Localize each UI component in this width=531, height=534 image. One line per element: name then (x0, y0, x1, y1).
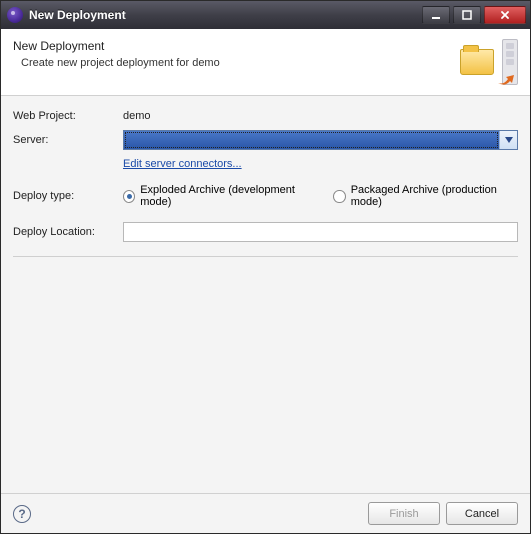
help-icon[interactable]: ? (13, 505, 31, 523)
window-controls (422, 6, 526, 24)
cancel-button[interactable]: Cancel (446, 502, 518, 525)
row-deploy-location: Deploy Location: (13, 222, 518, 242)
close-button[interactable] (484, 6, 526, 24)
row-deploy-type: Deploy type: Exploded Archive (developme… (13, 184, 518, 208)
deploy-type-label: Deploy type: (13, 190, 123, 202)
server-combobox[interactable] (123, 130, 518, 150)
row-server: Server: (13, 130, 518, 150)
titlebar[interactable]: New Deployment (1, 1, 530, 29)
header-title: New Deployment (13, 39, 460, 53)
server-combobox-button[interactable] (499, 131, 517, 149)
folder-icon (460, 49, 494, 75)
form-area: Web Project: demo Server: Edit server co… (1, 96, 530, 493)
radio-exploded-archive[interactable]: Exploded Archive (development mode) (123, 184, 315, 208)
window-title: New Deployment (29, 8, 422, 22)
radio-dot-icon (123, 190, 135, 203)
server-combobox-field[interactable] (124, 131, 499, 149)
deploy-type-group: Exploded Archive (development mode) Pack… (123, 184, 518, 208)
dialog-window: New Deployment New Deployment Create new… (0, 0, 531, 534)
separator (13, 256, 518, 257)
web-project-label: Web Project: (13, 110, 123, 122)
radio-packaged-archive[interactable]: Packaged Archive (production mode) (333, 184, 518, 208)
dialog-header: New Deployment Create new project deploy… (1, 29, 530, 96)
row-edit-connectors: Edit server connectors... (13, 158, 518, 170)
maximize-button[interactable] (453, 6, 481, 24)
web-project-value: demo (123, 110, 151, 122)
minimize-button[interactable] (422, 6, 450, 24)
row-web-project: Web Project: demo (13, 110, 518, 122)
radio-exploded-label: Exploded Archive (development mode) (140, 184, 315, 208)
header-subtitle: Create new project deployment for demo (13, 57, 460, 69)
deploy-banner-icon (460, 39, 518, 87)
server-label: Server: (13, 134, 123, 146)
dialog-footer: ? Finish Cancel (1, 493, 530, 533)
deploy-location-label: Deploy Location: (13, 226, 123, 238)
deploy-location-input[interactable] (123, 222, 518, 242)
edit-server-connectors-link[interactable]: Edit server connectors... (123, 158, 242, 170)
radio-packaged-label: Packaged Archive (production mode) (351, 184, 518, 208)
deploy-arrow-icon (496, 73, 516, 87)
finish-button[interactable]: Finish (368, 502, 440, 525)
eclipse-icon (7, 7, 23, 23)
radio-dot-icon (333, 190, 345, 203)
